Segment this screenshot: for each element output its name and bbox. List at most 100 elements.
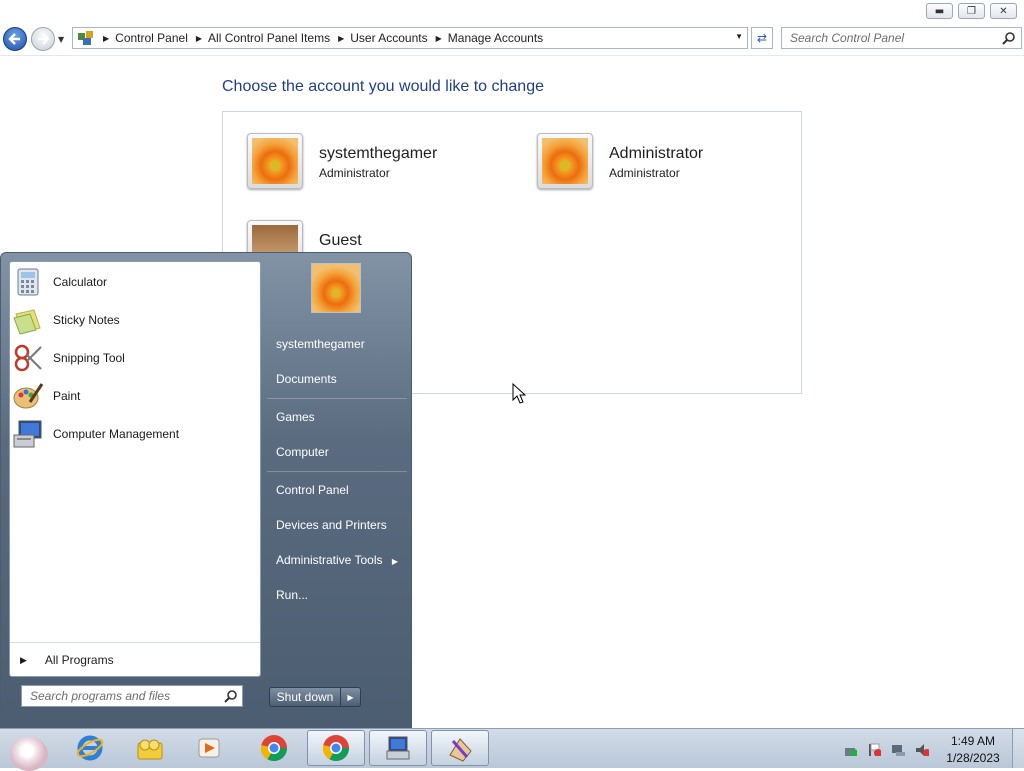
back-button[interactable] <box>3 27 27 51</box>
search-placeholder: Search programs and files <box>30 689 171 703</box>
breadcrumb-user-accounts[interactable]: User Accounts <box>350 31 427 45</box>
program-label: Calculator <box>53 275 108 289</box>
program-label: Snipping Tool <box>53 351 125 365</box>
scissors-icon <box>14 344 42 372</box>
start-item-documents[interactable]: Documents <box>276 372 337 386</box>
chrome-icon <box>260 735 288 762</box>
forward-button[interactable] <box>31 27 55 51</box>
taskbar-windows-explorer[interactable] <box>121 730 179 766</box>
account-name[interactable]: systemthegamer <box>319 145 437 163</box>
search-icon[interactable] <box>224 689 238 703</box>
shutdown-button[interactable]: Shut down <box>269 687 341 707</box>
start-menu-divider <box>267 471 407 472</box>
paint-palette-icon <box>13 383 44 409</box>
taskbar-chrome-active[interactable] <box>307 730 365 766</box>
start-menu: Calculator Sticky Notes Snipping Tool Pa… <box>0 252 412 728</box>
show-desktop-button[interactable] <box>1012 729 1024 768</box>
submenu-arrow-icon: ▶ <box>391 557 398 566</box>
taskbar-internet-explorer[interactable] <box>61 730 119 766</box>
close-icon: ✕ <box>999 5 1008 17</box>
minimize-button[interactable]: ▬ <box>926 3 953 19</box>
chrome-icon <box>322 735 350 762</box>
breadcrumb-separator[interactable]: ▶ <box>436 34 442 43</box>
program-paint[interactable]: Paint <box>12 378 258 414</box>
program-snipping-tool[interactable]: Snipping Tool <box>12 340 258 376</box>
explorer-icon <box>137 739 163 760</box>
recent-pages-dropdown[interactable]: ▼ <box>58 35 64 44</box>
restore-button[interactable]: ❐ <box>958 3 985 19</box>
start-item-administrative-tools[interactable]: Administrative Tools ▶ <box>276 553 398 567</box>
search-placeholder: Search Control Panel <box>790 31 905 45</box>
clock-date[interactable]: 1/28/2023 <box>940 751 1006 765</box>
account-name[interactable]: Administrator <box>609 145 703 163</box>
breadcrumb-separator[interactable]: ▶ <box>196 34 202 43</box>
breadcrumb-separator[interactable]: ▶ <box>338 34 344 43</box>
account-role: Administrator <box>609 166 680 180</box>
start-item-games[interactable]: Games <box>276 410 315 424</box>
shutdown-options-button[interactable]: ▶ <box>341 687 361 707</box>
address-bar[interactable]: ▶ Control Panel ▶ All Control Panel Item… <box>72 27 748 49</box>
refresh-icon: ⇄ <box>756 31 768 45</box>
start-search-input[interactable]: Search programs and files <box>21 685 243 707</box>
control-panel-icon <box>78 31 93 45</box>
account-role: Administrator <box>319 166 390 180</box>
network-icon[interactable] <box>891 742 905 756</box>
back-arrow-icon <box>8 33 20 45</box>
start-menu-programs-pane: Calculator Sticky Notes Snipping Tool Pa… <box>9 261 261 677</box>
start-item-run[interactable]: Run... <box>276 588 308 602</box>
taskbar-media-player[interactable] <box>181 730 239 766</box>
all-programs-button[interactable]: ▶ All Programs <box>10 642 260 677</box>
minimize-icon: ▬ <box>934 5 945 17</box>
user-accounts-icon <box>449 738 472 762</box>
close-button[interactable]: ✕ <box>990 3 1017 19</box>
user-picture[interactable] <box>311 263 361 313</box>
program-sticky-notes[interactable]: Sticky Notes <box>12 302 258 338</box>
all-programs-label: All Programs <box>44 653 114 667</box>
program-label: Computer Management <box>53 427 180 441</box>
taskbar-chrome[interactable] <box>245 730 303 766</box>
admin-tools-label: Administrative Tools <box>276 553 383 567</box>
computer-management-icon <box>13 420 42 448</box>
program-calculator[interactable]: Calculator <box>12 264 258 300</box>
control-panel-icon <box>386 736 410 760</box>
start-menu-divider <box>267 398 407 399</box>
account-name[interactable]: Guest <box>319 232 362 250</box>
breadcrumb-separator[interactable]: ▶ <box>103 34 109 43</box>
start-button[interactable] <box>10 737 48 771</box>
flower-picture-icon <box>542 138 588 184</box>
window-titlebar: ▬ ❐ ✕ <box>0 0 1024 22</box>
arrow-right-icon: ▶ <box>20 654 27 665</box>
restore-icon: ❐ <box>967 5 976 17</box>
start-item-devices-printers[interactable]: Devices and Printers <box>276 518 387 532</box>
internet-explorer-icon <box>76 735 104 761</box>
sticky-notes-icon <box>13 309 41 335</box>
account-picture[interactable] <box>247 133 303 189</box>
start-item-user[interactable]: systemthegamer <box>276 337 365 351</box>
breadcrumb-control-panel[interactable]: Control Panel <box>115 31 188 45</box>
flag-warning-icon[interactable] <box>867 742 881 756</box>
volume-muted-icon[interactable] <box>915 742 929 756</box>
arrow-right-icon: ▶ <box>347 692 354 702</box>
clock-time[interactable]: 1:49 AM <box>946 734 1000 748</box>
account-picture[interactable] <box>537 133 593 189</box>
start-item-computer[interactable]: Computer <box>276 445 329 459</box>
search-control-panel-input[interactable]: Search Control Panel <box>781 27 1022 49</box>
taskbar-control-panel[interactable] <box>369 730 427 766</box>
action-center-icon[interactable] <box>843 742 857 756</box>
breadcrumb-all-items[interactable]: All Control Panel Items <box>208 31 330 45</box>
flower-picture-icon <box>252 138 298 184</box>
start-item-control-panel[interactable]: Control Panel <box>276 483 349 497</box>
program-computer-management[interactable]: Computer Management <box>12 416 258 452</box>
page-title: Choose the account you would like to cha… <box>222 78 544 95</box>
refresh-button[interactable]: ⇄ <box>751 27 773 49</box>
search-icon[interactable] <box>1002 31 1016 45</box>
program-label: Sticky Notes <box>53 313 120 327</box>
calculator-icon <box>17 268 39 296</box>
forward-arrow-icon <box>38 33 50 45</box>
program-label: Paint <box>53 389 81 403</box>
address-dropdown-icon[interactable]: ▼ <box>735 32 743 41</box>
media-player-icon <box>198 738 220 758</box>
taskbar-user-accounts[interactable] <box>431 730 489 766</box>
navigation-bar: ▼ ▶ Control Panel ▶ All Control Panel It… <box>0 23 1024 56</box>
breadcrumb-manage-accounts[interactable]: Manage Accounts <box>448 31 543 45</box>
